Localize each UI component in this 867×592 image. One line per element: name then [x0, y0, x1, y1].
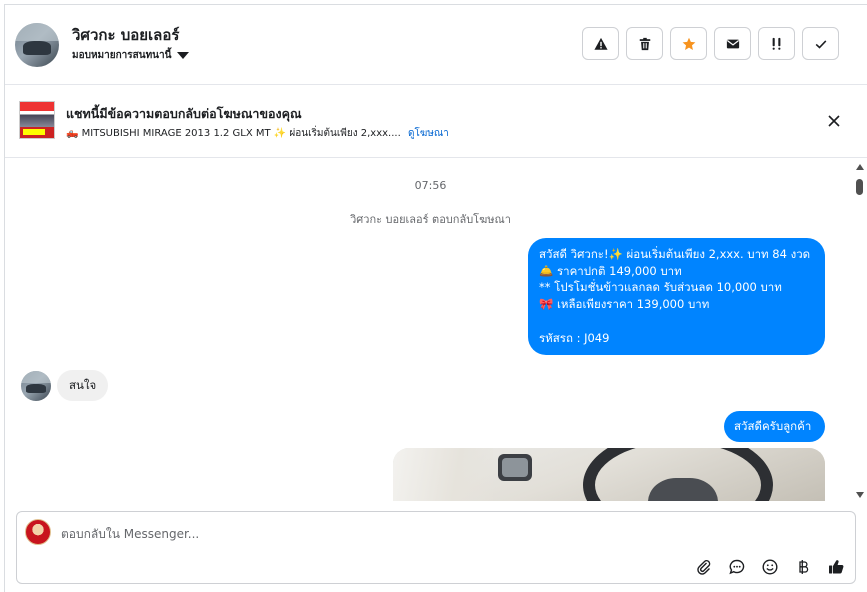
ad-description: 🛻 MITSUBISHI MIRAGE 2013 1.2 GLX MT ✨ ผ่… — [66, 126, 449, 141]
system-message: วิศวกะ บอยเลอร์ ตอบกลับโฆษณา — [350, 213, 511, 226]
assign-label: มอบหมายการสนทนานี้ — [72, 50, 172, 61]
emoji-button[interactable] — [761, 558, 779, 576]
saved-reply-icon — [729, 559, 745, 575]
priority-icon — [772, 37, 780, 50]
mail-icon — [726, 39, 739, 48]
warning-icon — [593, 37, 608, 50]
caret-down-icon — [177, 52, 190, 59]
message-line — [539, 313, 814, 330]
ad-text: 🛻 MITSUBISHI MIRAGE 2013 1.2 GLX MT ✨ ผ่… — [66, 128, 401, 139]
star-icon — [682, 37, 695, 50]
mark-unread-button[interactable] — [714, 27, 751, 60]
reply-composer — [16, 511, 856, 584]
close-icon[interactable] — [827, 114, 841, 128]
ad-reply-banner: แชทนี้มีข้อความตอบกลับต่อโฆษณาของคุณ 🛻 M… — [5, 86, 867, 158]
mark-spam-button[interactable] — [582, 27, 619, 60]
emoji-icon — [762, 559, 778, 575]
scroll-up-arrow-icon[interactable] — [856, 164, 864, 170]
page-avatar — [25, 519, 51, 545]
follow-up-button[interactable] — [758, 27, 795, 60]
mark-done-button[interactable] — [802, 27, 839, 60]
reply-input[interactable] — [61, 524, 661, 544]
star-button[interactable] — [670, 27, 707, 60]
delete-button[interactable] — [626, 27, 663, 60]
message-timestamp: 07:56 — [414, 179, 447, 192]
incoming-message[interactable]: สนใจ — [57, 370, 109, 401]
message-line: รหัสรถ : J049 — [539, 330, 610, 345]
conversation-panel: วิศวกะ บอยเลอร์ มอบหมายการสนทนานี้ แชทนี… — [4, 4, 867, 592]
trash-icon — [639, 37, 650, 50]
view-ad-link[interactable]: ดูโฆษณา — [408, 128, 449, 139]
message-line: สวัสดี วิศวกะ!✨ ผ่อนเริ่มต้นเพียง 2,xxx.… — [539, 247, 811, 261]
attach-button[interactable] — [695, 558, 713, 576]
outgoing-message[interactable]: สวัสดีครับลูกค้า — [724, 411, 825, 442]
attach-icon — [697, 560, 711, 575]
car-interior-photo[interactable] — [393, 448, 825, 501]
like-icon — [829, 560, 844, 574]
baht-icon — [799, 560, 809, 574]
contact-avatar-small[interactable] — [21, 371, 51, 401]
like-button[interactable] — [827, 558, 845, 576]
ad-thumbnail[interactable] — [19, 101, 55, 139]
scroll-down-arrow-icon[interactable] — [856, 492, 864, 498]
outgoing-message[interactable]: สวัสดี วิศวกะ!✨ ผ่อนเริ่มต้นเพียง 2,xxx.… — [528, 238, 825, 355]
assign-conversation-dropdown[interactable]: มอบหมายการสนทนานี้ — [72, 48, 190, 63]
thread-scrollbar[interactable] — [852, 159, 867, 501]
contact-name[interactable]: วิศวกะ บอยเลอร์ — [72, 23, 179, 47]
conversation-header: วิศวกะ บอยเลอร์ มอบหมายการสนทนานี้ — [5, 5, 867, 85]
payment-button[interactable] — [794, 558, 812, 576]
message-thread[interactable]: 07:56 วิศวกะ บอยเลอร์ ตอบกลับโฆษณา สวัสด… — [5, 159, 867, 501]
scrollbar-thumb[interactable] — [856, 179, 863, 195]
message-line: 🎀 เหลือเพียงราคา 139,000 บาท — [539, 297, 710, 312]
ad-banner-title: แชทนี้มีข้อความตอบกลับต่อโฆษณาของคุณ — [66, 106, 302, 121]
composer-tools — [695, 558, 845, 576]
contact-avatar[interactable] — [15, 23, 59, 67]
message-line: 🛎️ ราคาปกติ 149,000 บาท — [539, 263, 682, 278]
message-line: ** โปรโมชั่นข้าวแลกลด รับส่วนลด 10,000 บ… — [539, 280, 782, 295]
saved-replies-button[interactable] — [728, 558, 746, 576]
check-icon — [815, 39, 826, 49]
header-actions — [582, 27, 839, 60]
